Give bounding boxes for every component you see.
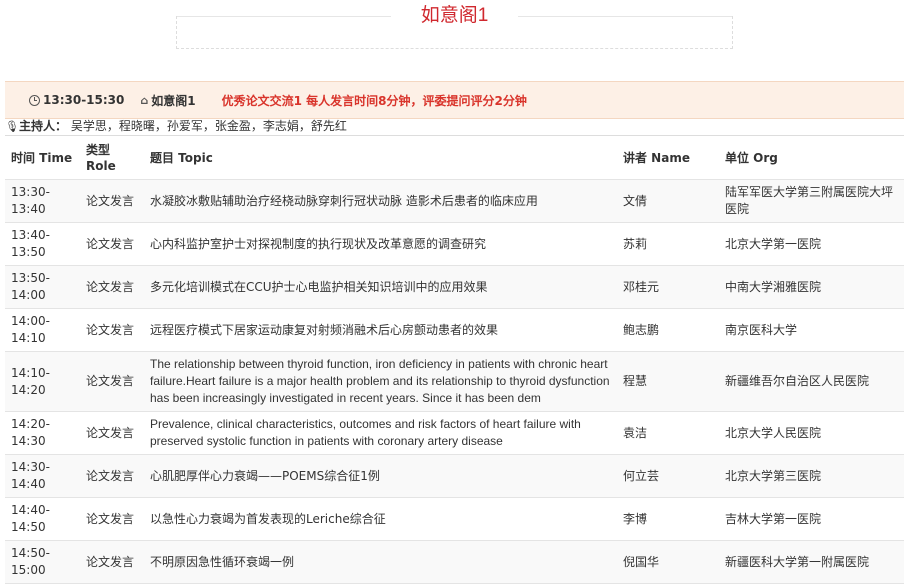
cell-org: 陆军军医大学第三附属医院大坪医院 [719,179,904,223]
cell-role: 论文发言 [80,497,144,541]
cell-time: 14:10-14:20 [5,351,80,412]
cell-topic: 心肌肥厚伴心力衰竭——POEMS综合征1例 [144,454,617,498]
table-row: 14:50-15:00 论文发言 不明原因急性循环衰竭一例 倪国华 新疆医科大学… [5,540,904,584]
cell-speaker: 袁洁 [617,411,719,455]
cell-topic: 以急性心力衰竭为首发表现的Leriche综合征 [144,497,617,541]
hosts-names: 吴学思，程晓曙，孙爱军，张金盈，李志娟，舒先红 [70,119,347,133]
session-time-text: 13:30-15:30 [43,93,125,107]
cell-speaker: 苏莉 [617,222,719,266]
cell-time: 14:40-14:50 [5,497,80,541]
session-room: ⌂ 如意阁1 [140,92,195,109]
cell-role: 论文发言 [80,351,144,412]
header-speaker: 讲者 Name [617,135,719,180]
cell-topic: 心内科监护室护士对探视制度的执行现状及改革意愿的调查研究 [144,222,617,266]
cell-speaker: 文倩 [617,179,719,223]
table-row: 13:50-14:00 论文发言 多元化培训模式在CCU护士心电监护相关知识培训… [5,265,904,309]
cell-time: 14:50-15:00 [5,540,80,584]
cell-role: 论文发言 [80,411,144,455]
header-topic: 题目 Topic [144,135,617,180]
cell-speaker: 倪国华 [617,540,719,584]
clock-icon [29,94,40,106]
session-time: 13:30-15:30 [29,93,124,107]
schedule-table: 时间 Time 类型 Role 题目 Topic 讲者 Name 单位 Org … [5,135,904,584]
session-description: 优秀论文交流1 每人发言时间8分钟，评委提问评分2分钟 [221,93,527,108]
session-bar: 13:30-15:30 ⌂ 如意阁1 优秀论文交流1 每人发言时间8分钟，评委提… [5,81,904,119]
cell-org: 北京大学第一医院 [719,222,904,266]
cell-org: 南京医科大学 [719,308,904,352]
cell-topic: The relationship between thyroid functio… [144,351,617,412]
table-row: 13:40-13:50 论文发言 心内科监护室护士对探视制度的执行现状及改革意愿… [5,222,904,266]
table-header-row: 时间 Time 类型 Role 题目 Topic 讲者 Name 单位 Org [5,135,904,180]
cell-speaker: 鲍志鹏 [617,308,719,352]
header-time: 时间 Time [5,135,80,180]
cell-speaker: 邓桂元 [617,265,719,309]
cell-topic: 水凝胶冰敷贴辅助治疗经桡动脉穿刺行冠状动脉 造影术后患者的临床应用 [144,179,617,223]
cell-time: 13:50-14:00 [5,265,80,309]
cell-speaker: 何立芸 [617,454,719,498]
cell-time: 14:30-14:40 [5,454,80,498]
table-row: 14:10-14:20 论文发言 The relationship betwee… [5,351,904,412]
cell-time: 13:30-13:40 [5,179,80,223]
cell-topic: 远程医疗模式下居家运动康复对射频消融术后心房颤动患者的效果 [144,308,617,352]
cell-topic: 多元化培训模式在CCU护士心电监护相关知识培训中的应用效果 [144,265,617,309]
table-row: 14:30-14:40 论文发言 心肌肥厚伴心力衰竭——POEMS综合征1例 何… [5,454,904,498]
cell-org: 中南大学湘雅医院 [719,265,904,309]
cell-org: 新疆医科大学第一附属医院 [719,540,904,584]
table-row: 14:00-14:10 论文发言 远程医疗模式下居家运动康复对射频消融术后心房颤… [5,308,904,352]
cell-role: 论文发言 [80,540,144,584]
table-row: 13:30-13:40 论文发言 水凝胶冰敷贴辅助治疗经桡动脉穿刺行冠状动脉 造… [5,179,904,223]
table-row: 14:20-14:30 论文发言 Prevalence, clinical ch… [5,411,904,455]
cell-speaker: 程慧 [617,351,719,412]
session-room-text: 如意阁1 [151,93,196,108]
cell-time: 13:40-13:50 [5,222,80,266]
cell-time: 14:00-14:10 [5,308,80,352]
cell-org: 北京大学人民医院 [719,411,904,455]
cell-role: 论文发言 [80,222,144,266]
header-role: 类型 Role [80,135,144,180]
cell-speaker: 李博 [617,497,719,541]
hosts-line: 🎙主持人： 吴学思，程晓曙，孙爱军，张金盈，李志娟，舒先红 [5,118,347,134]
hall-header: 如意阁1 [0,0,909,60]
header-org: 单位 Org [719,135,904,180]
hosts-label: 主持人： [18,119,67,133]
table-row: 14:40-14:50 论文发言 以急性心力衰竭为首发表现的Leriche综合征… [5,497,904,541]
cell-org: 北京大学第三医院 [719,454,904,498]
microphone-icon: 🎙 [5,120,19,133]
cell-time: 14:20-14:30 [5,411,80,455]
cell-org: 吉林大学第一医院 [719,497,904,541]
cell-role: 论文发言 [80,265,144,309]
cell-role: 论文发言 [80,454,144,498]
cell-topic: Prevalence, clinical characteristics, ou… [144,411,617,455]
cell-org: 新疆维吾尔自治区人民医院 [719,351,904,412]
cell-topic: 不明原因急性循环衰竭一例 [144,540,617,584]
hall-title: 如意阁1 [420,5,489,26]
home-icon: ⌂ [140,93,149,107]
cell-role: 论文发言 [80,179,144,223]
cell-role: 论文发言 [80,308,144,352]
